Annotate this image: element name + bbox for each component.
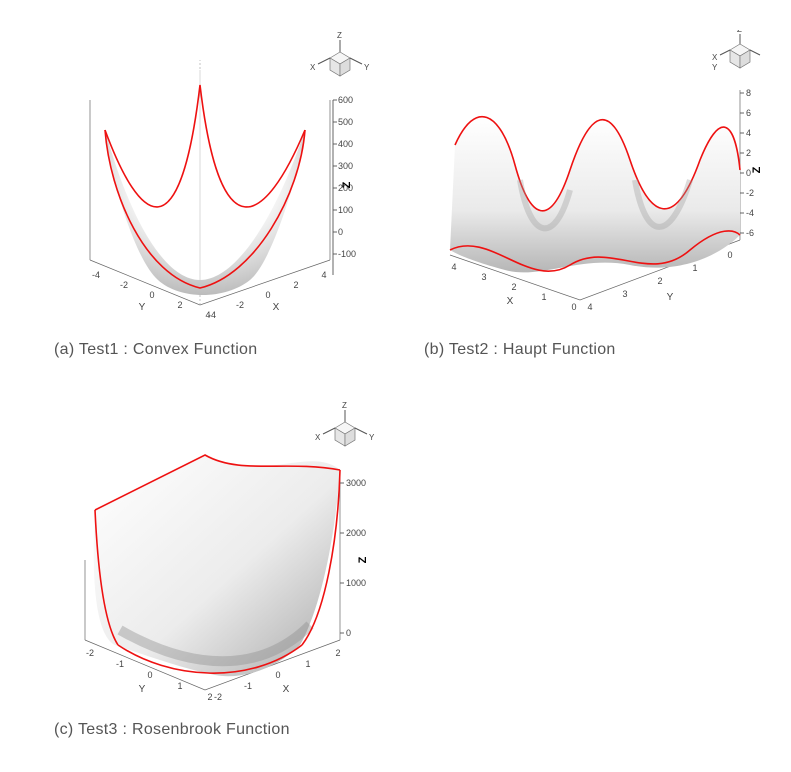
haupt-surface-plot: 8 6 4 2 0 -2 -4 -6 Z 4 [420, 30, 770, 330]
svg-text:Z: Z [751, 166, 763, 173]
svg-text:1: 1 [541, 292, 546, 302]
svg-text:Z: Z [357, 556, 369, 563]
svg-text:-2: -2 [214, 692, 222, 702]
svg-text:0: 0 [147, 670, 152, 680]
svg-text:2: 2 [177, 300, 182, 310]
caption-c: (c) Test3 : Rosenbrook Function [54, 721, 390, 739]
svg-text:X: X [273, 302, 280, 313]
svg-text:400: 400 [338, 139, 353, 149]
svg-text:100: 100 [338, 205, 353, 215]
convex-surface-plot: 600 500 400 300 2 0 0 100 0 -100 Z [50, 30, 390, 330]
z-axis: 3000 2000 1000 0 Z [340, 478, 369, 638]
svg-text:-1: -1 [116, 659, 124, 669]
caption-b: (b) Test2 : Haupt Function [424, 341, 770, 359]
svg-text:Y: Y [369, 433, 375, 442]
svg-text:2: 2 [293, 280, 298, 290]
svg-text:3000: 3000 [346, 478, 366, 488]
z-axis: 600 500 400 300 200 100 0 -100 Z [333, 95, 356, 275]
orientation-cube-icon: Z X Y [315, 401, 375, 446]
svg-text:3: 3 [622, 289, 627, 299]
svg-text:2: 2 [746, 148, 751, 158]
svg-text:2: 2 [335, 648, 340, 658]
y-axis: -4 -2 0 2 4 Y [92, 270, 211, 320]
svg-text:X: X [310, 63, 316, 72]
svg-text:500: 500 [338, 117, 353, 127]
svg-text:Y: Y [139, 302, 146, 313]
svg-text:6: 6 [746, 108, 751, 118]
svg-text:4: 4 [321, 270, 326, 280]
svg-text:-2: -2 [746, 188, 754, 198]
svg-text:4: 4 [746, 128, 751, 138]
svg-text:-1: -1 [244, 681, 252, 691]
svg-text:Y: Y [364, 63, 370, 72]
svg-text:Y: Y [667, 292, 674, 303]
svg-text:-6: -6 [746, 228, 754, 238]
panel-a: 600 500 400 300 2 0 0 100 0 -100 Z [50, 30, 390, 370]
svg-text:4: 4 [205, 310, 210, 320]
surface [105, 130, 305, 295]
svg-text:-2: -2 [120, 280, 128, 290]
svg-text:4: 4 [451, 262, 456, 272]
svg-text:2: 2 [207, 692, 212, 702]
svg-text:-2: -2 [86, 648, 94, 658]
svg-text:1: 1 [177, 681, 182, 691]
svg-text:0: 0 [338, 227, 343, 237]
svg-text:0: 0 [571, 302, 576, 312]
svg-text:1: 1 [692, 263, 697, 273]
svg-text:0: 0 [275, 670, 280, 680]
svg-text:Z: Z [342, 401, 347, 410]
svg-text:-4: -4 [746, 208, 754, 218]
svg-text:-4: -4 [92, 270, 100, 280]
svg-text:2: 2 [511, 282, 516, 292]
svg-text:1000: 1000 [346, 578, 366, 588]
svg-text:X: X [712, 53, 718, 62]
svg-text:3: 3 [481, 272, 486, 282]
svg-text:2: 2 [657, 276, 662, 286]
svg-text:Z: Z [737, 30, 742, 34]
svg-text:Y: Y [712, 63, 718, 72]
svg-text:X: X [315, 433, 321, 442]
svg-text:X: X [283, 684, 290, 695]
panel-c: 3000 2000 1000 0 Z -2 -1 0 1 2 [50, 400, 390, 750]
svg-text:Y: Y [139, 684, 146, 695]
svg-text:8: 8 [746, 88, 751, 98]
svg-text:2000: 2000 [346, 528, 366, 538]
caption-a: (a) Test1 : Convex Function [54, 341, 390, 359]
svg-text:X: X [507, 296, 514, 307]
svg-text:0: 0 [265, 290, 270, 300]
svg-text:0: 0 [149, 290, 154, 300]
surface [450, 117, 740, 273]
svg-text:300: 300 [338, 161, 353, 171]
svg-text:Z: Z [337, 31, 342, 40]
svg-text:1: 1 [305, 659, 310, 669]
orientation-cube-icon: Z X Y [712, 30, 760, 72]
svg-text:4: 4 [587, 302, 592, 312]
rosenbrook-surface-plot: 3000 2000 1000 0 Z -2 -1 0 1 2 [50, 400, 390, 710]
svg-text:600: 600 [338, 95, 353, 105]
orientation-cube-icon: Z X Y [310, 31, 370, 76]
svg-text:-2: -2 [236, 300, 244, 310]
figure-page: 600 500 400 300 200 100 0 -100 Z [0, 0, 791, 772]
panel-b: 8 6 4 2 0 -2 -4 -6 Z 4 [420, 30, 770, 370]
z-axis: 8 6 4 2 0 -2 -4 -6 Z [740, 88, 763, 238]
svg-text:0: 0 [346, 628, 351, 638]
svg-text:-100: -100 [338, 249, 356, 259]
svg-text:0: 0 [727, 250, 732, 260]
svg-text:Z: Z [341, 181, 353, 188]
